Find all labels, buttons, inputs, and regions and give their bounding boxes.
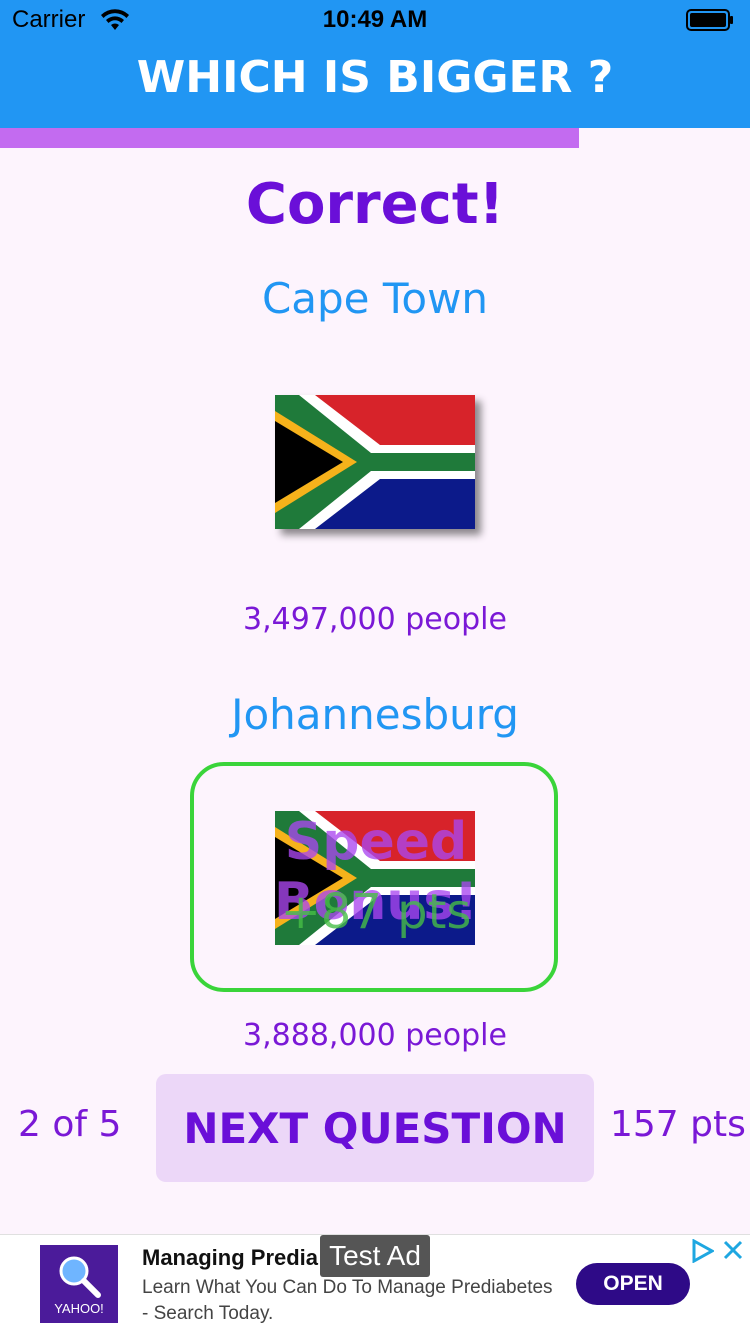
- close-icon[interactable]: [722, 1239, 744, 1261]
- test-ad-badge: Test Ad: [320, 1235, 430, 1277]
- ad-banner[interactable]: YAHOO! Managing Predia Learn What You Ca…: [0, 1234, 750, 1335]
- score-label: 157 pts: [610, 1104, 746, 1145]
- bonus-points: +87 pts: [280, 884, 472, 940]
- question-counter: 2 of 5: [18, 1104, 122, 1145]
- ad-title[interactable]: Managing Predia: [142, 1245, 318, 1271]
- result-label: Correct!: [245, 172, 505, 237]
- adchoices-icon[interactable]: [690, 1239, 714, 1263]
- page-title: WHICH IS BIGGER ?: [136, 52, 614, 103]
- status-bar: Carrier 10:49 AM: [0, 0, 750, 40]
- ad-body[interactable]: Learn What You Can Do To Manage Prediabe…: [142, 1275, 562, 1327]
- battery-icon: [686, 9, 733, 31]
- city-one-population: 3,497,000 people: [243, 602, 507, 637]
- clock: 10:49 AM: [322, 6, 428, 33]
- ad-logo-text: YAHOO!: [54, 1301, 104, 1316]
- city-two-name: Johannesburg: [231, 690, 519, 739]
- ad-open-button[interactable]: OPEN: [576, 1263, 690, 1305]
- search-icon: [59, 1256, 101, 1298]
- south-africa-flag-icon[interactable]: [275, 395, 475, 529]
- city-one-name: Cape Town: [261, 274, 489, 323]
- next-question-button[interactable]: NEXT QUESTION: [156, 1074, 594, 1182]
- progress-bar: [0, 128, 579, 148]
- city-two-population: 3,888,000 people: [243, 1018, 507, 1053]
